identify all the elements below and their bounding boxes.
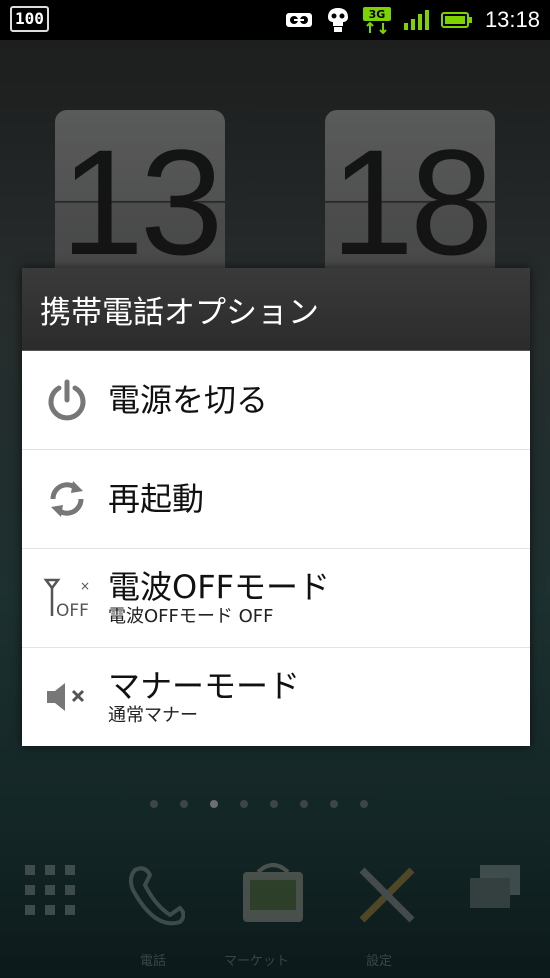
restart-icon	[42, 474, 92, 524]
option-title: 再起動	[108, 480, 205, 518]
status-right: 3G 13:18	[285, 0, 540, 40]
svg-text:OFF: OFF	[56, 601, 89, 620]
radio-off-icon: × OFF	[42, 573, 92, 623]
option-subtitle: 通常マナー	[108, 705, 198, 726]
battery-icon	[440, 10, 473, 30]
option-airplane-mode[interactable]: × OFF 電波OFFモード 電波OFFモード OFF	[22, 549, 530, 648]
option-title: 電波OFFモード	[108, 568, 331, 606]
option-restart[interactable]: 再起動	[22, 450, 530, 549]
battery-percent-indicator: 100	[10, 6, 49, 32]
status-left: 100	[10, 6, 49, 32]
phone-options-dialog: 携帯電話オプション 電源を切る 再起動 × OFF 電波OFFモード 電波OFF…	[22, 268, 530, 746]
option-title: マナーモード	[108, 667, 301, 705]
voicemail-icon	[285, 10, 313, 30]
svg-text:×: ×	[80, 579, 90, 593]
option-title: 電源を切る	[108, 381, 269, 419]
option-power-off[interactable]: 電源を切る	[22, 351, 530, 450]
status-bar: 100 3G 13:18	[0, 0, 550, 40]
3g-icon: 3G	[362, 5, 391, 35]
mute-icon	[42, 672, 92, 722]
power-icon	[42, 375, 92, 425]
option-subtitle: 電波OFFモード OFF	[108, 606, 274, 627]
signal-icon	[403, 9, 429, 31]
security-icon	[325, 6, 351, 34]
status-clock: 13:18	[484, 7, 540, 32]
option-manner-mode[interactable]: マナーモード 通常マナー	[22, 648, 530, 746]
network-type-label: 3G	[369, 8, 386, 21]
dialog-title: 携帯電話オプション	[22, 268, 530, 351]
